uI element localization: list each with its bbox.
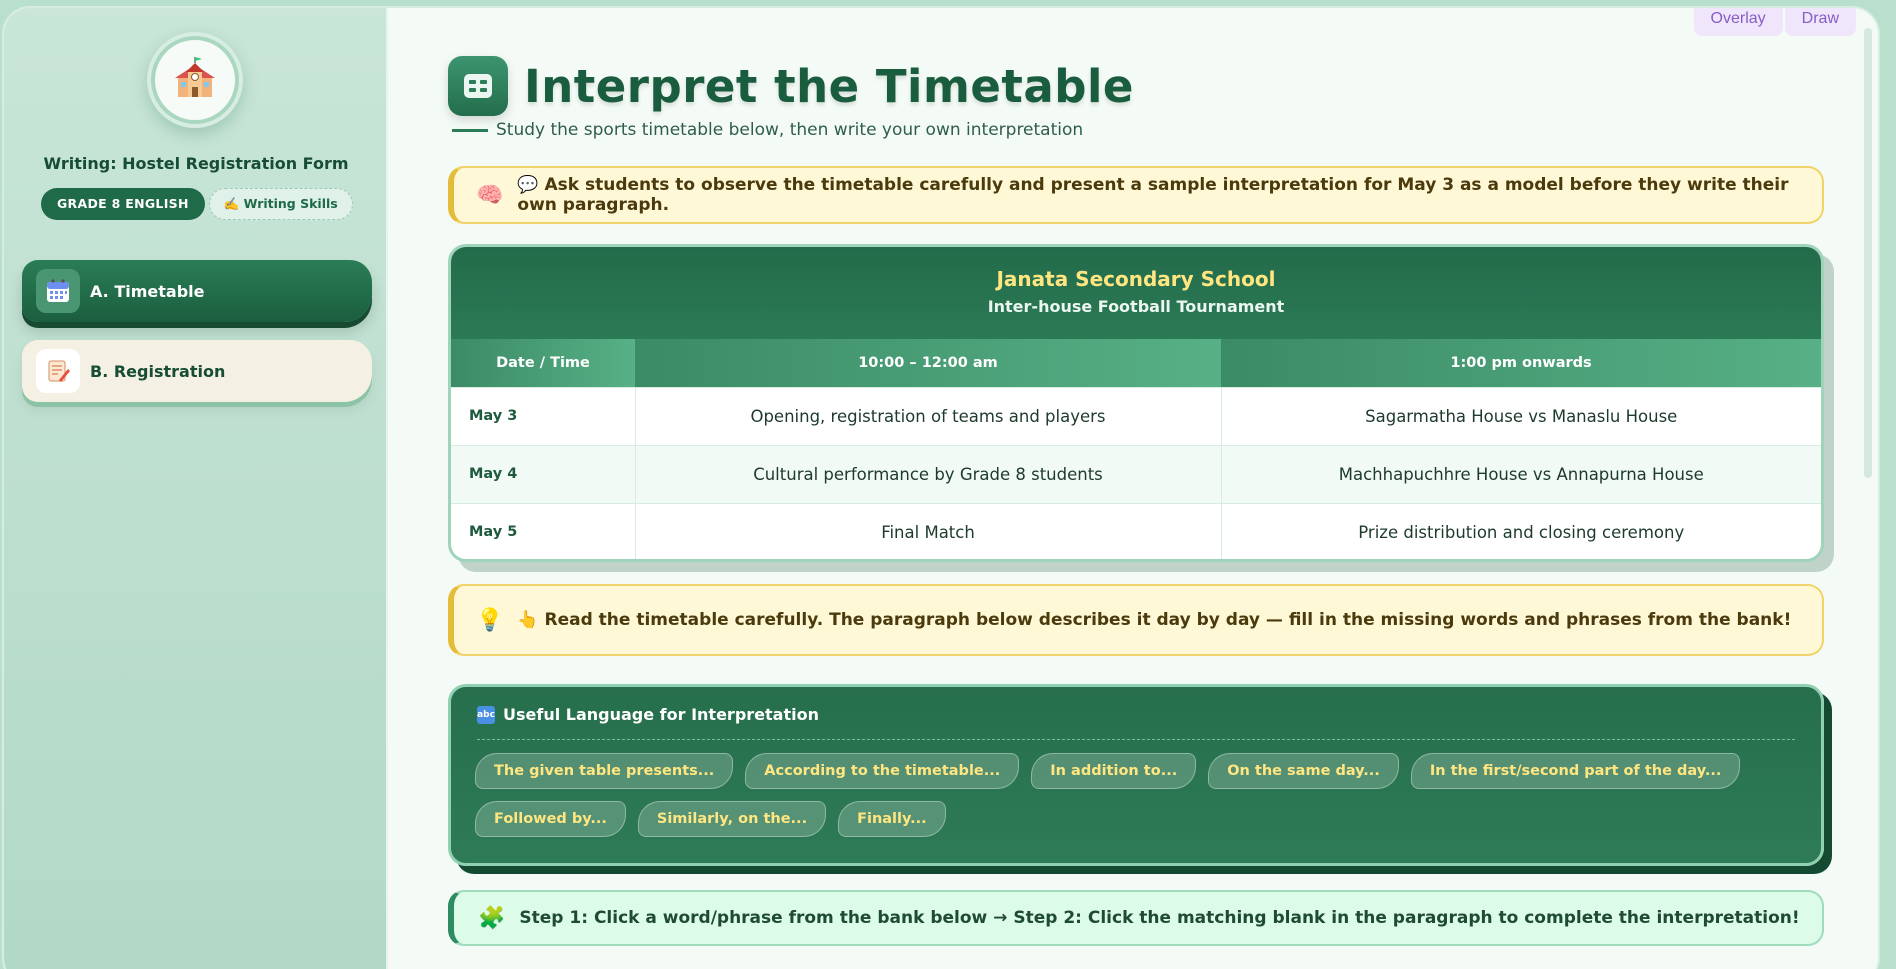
brain-icon: 🧠 (476, 182, 504, 208)
language-title: Useful Language for Interpretation (503, 705, 819, 724)
column-header: Date / Time (451, 339, 635, 387)
lightbulb-icon: 💡 (476, 607, 504, 633)
grade-badge: GRADE 8 ENGLISH (41, 188, 205, 220)
sidebar-item-registration[interactable]: B. Registration (22, 340, 372, 402)
timetable-grid-icon (448, 56, 508, 116)
afternoon-cell: Prize distribution and closing ceremony (1221, 502, 1821, 559)
phrase-chip[interactable]: Similarly, on the... (637, 801, 827, 837)
morning-cell: Final Match (635, 502, 1222, 559)
subtitle-divider (452, 129, 488, 132)
table-row: May 3 Opening, registration of teams and… (451, 386, 1821, 445)
phrase-bank: The given table presents... According to… (475, 753, 1797, 837)
phrase-chip[interactable]: According to the timetable... (745, 753, 1020, 789)
date-cell: May 5 (451, 502, 636, 559)
overlay-button[interactable]: Overlay (1693, 8, 1783, 36)
date-cell: May 3 (451, 386, 636, 445)
course-title: Writing: Hostel Registration Form (43, 154, 349, 173)
instruction-steps: 🧩 Step 1: Click a word/phrase from the b… (448, 890, 1824, 946)
timetable-card: Janata Secondary School Inter-house Foot… (448, 244, 1824, 562)
morning-cell: Cultural performance by Grade 8 students (635, 444, 1222, 503)
puzzle-icon: 🧩 (478, 905, 506, 931)
school-name: Janata Secondary School (996, 267, 1276, 291)
sidebar: Writing: Hostel Registration Form GRADE … (4, 8, 388, 969)
read-hint: 💡 👆 Read the timetable carefully. The pa… (448, 584, 1824, 656)
steps-text: Step 1: Click a word/phrase from the ban… (519, 908, 1800, 928)
teacher-hint: 🧠 💬 Ask students to observe the timetabl… (448, 166, 1824, 224)
column-header: 1:00 pm onwards (1221, 339, 1821, 387)
skill-badge: ✍️ Writing Skills (208, 188, 353, 220)
useful-language-panel: abc Useful Language for Interpretation T… (448, 684, 1824, 866)
calendar-icon (36, 269, 80, 313)
phrase-chip[interactable]: On the same day... (1208, 753, 1399, 789)
afternoon-cell: Sagarmatha House vs Manaslu House (1221, 386, 1821, 445)
column-header: 10:00 – 12:00 am (635, 339, 1221, 387)
date-cell: May 4 (451, 444, 636, 503)
app-frame: Overlay Draw Writing: Hostel Registratio… (2, 6, 1880, 969)
memo-icon (36, 349, 80, 393)
draw-button[interactable]: Draw (1784, 8, 1856, 36)
page-title: Interpret the Timetable (524, 60, 1134, 113)
table-row: May 4 Cultural performance by Grade 8 st… (451, 444, 1821, 503)
abc-icon: abc (477, 705, 495, 724)
timetable: Date / Time 10:00 – 12:00 am 1:00 pm onw… (451, 339, 1821, 559)
sidebar-item-label: A. Timetable (90, 281, 205, 301)
phrase-chip[interactable]: Finally... (838, 801, 946, 837)
event-name: Inter-house Football Tournament (987, 297, 1285, 316)
page-subtitle: Study the sports timetable below, then w… (496, 120, 1084, 140)
read-hint-text: 👆 Read the timetable carefully. The para… (517, 610, 1792, 630)
phrase-chip[interactable]: The given table presents... (475, 753, 734, 789)
scrollbar[interactable] (1864, 28, 1872, 478)
school-logo (147, 32, 243, 128)
sidebar-item-label: B. Registration (90, 361, 226, 381)
phrase-chip[interactable]: Followed by... (475, 801, 626, 837)
phrase-chip[interactable]: In addition to... (1031, 753, 1197, 789)
table-row: May 5 Final Match Prize distribution and… (451, 502, 1821, 559)
afternoon-cell: Machhapuchhre House vs Annapurna House (1221, 444, 1821, 503)
sidebar-item-timetable[interactable]: A. Timetable (22, 260, 372, 322)
phrase-chip[interactable]: In the first/second part of the day... (1410, 753, 1741, 789)
divider (477, 739, 1795, 740)
morning-cell: Opening, registration of teams and playe… (635, 386, 1222, 445)
teacher-hint-text: 💬 Ask students to observe the timetable … (517, 175, 1789, 215)
toolbar-top-right: Overlay Draw (1693, 8, 1856, 36)
school-icon (175, 57, 215, 97)
